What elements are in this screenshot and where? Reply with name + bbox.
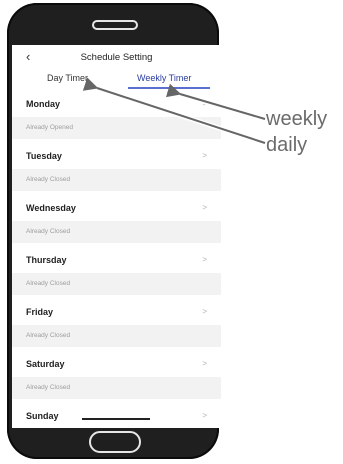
day-row-sunday[interactable]: Sunday >	[12, 403, 221, 428]
home-indicator	[82, 418, 150, 420]
day-name: Saturday	[26, 359, 65, 369]
day-row-friday[interactable]: Friday >	[12, 299, 221, 325]
status-row: Already Closed	[12, 221, 221, 247]
annotation-daily: daily	[266, 134, 308, 156]
chevron-right-icon: >	[202, 203, 207, 212]
annotation-weekly: weekly	[266, 108, 328, 130]
day-name: Thursday	[26, 255, 67, 265]
home-button[interactable]	[89, 431, 141, 453]
day-name: Tuesday	[26, 151, 62, 161]
day-name: Friday	[26, 307, 54, 317]
tab-bar: Day Timer Weekly Timer	[12, 71, 221, 91]
day-status: Already Closed	[26, 384, 71, 391]
chevron-right-icon: >	[202, 359, 207, 368]
day-name: Wednesday	[26, 203, 76, 213]
status-row: Already Closed	[12, 169, 221, 195]
day-status: Already Closed	[26, 280, 71, 287]
status-row: Already Closed	[12, 273, 221, 299]
day-status: Already Closed	[26, 228, 71, 235]
day-status: Already Closed	[26, 176, 71, 183]
chevron-right-icon: >	[202, 307, 207, 316]
day-row-thursday[interactable]: Thursday >	[12, 247, 221, 273]
day-row-tuesday[interactable]: Tuesday >	[12, 143, 221, 169]
day-row-saturday[interactable]: Saturday >	[12, 351, 221, 377]
day-name: Monday	[26, 99, 61, 109]
speaker-slot	[92, 20, 138, 30]
active-tab-indicator	[128, 87, 210, 89]
day-name: Sunday	[26, 411, 59, 421]
status-row: Already Opened	[12, 117, 221, 143]
day-list: Monday > Already Opened Tuesday > Alread…	[12, 91, 221, 428]
tab-day-timer[interactable]: Day Timer	[47, 73, 88, 83]
chevron-right-icon: >	[202, 411, 207, 420]
day-status: Already Opened	[26, 124, 73, 131]
day-status: Already Closed	[26, 332, 71, 339]
status-row: Already Closed	[12, 377, 221, 403]
chevron-right-icon: >	[202, 99, 207, 108]
chevron-right-icon: >	[202, 151, 207, 160]
chevron-right-icon: >	[202, 255, 207, 264]
tab-weekly-timer[interactable]: Weekly Timer	[137, 73, 191, 83]
app-screen: ‹ Schedule Setting Day Timer Weekly Time…	[12, 45, 221, 428]
day-row-wednesday[interactable]: Wednesday >	[12, 195, 221, 221]
day-row-monday[interactable]: Monday >	[12, 91, 221, 117]
navbar: ‹ Schedule Setting	[12, 45, 221, 71]
status-row: Already Closed	[12, 325, 221, 351]
page-title: Schedule Setting	[80, 52, 153, 63]
